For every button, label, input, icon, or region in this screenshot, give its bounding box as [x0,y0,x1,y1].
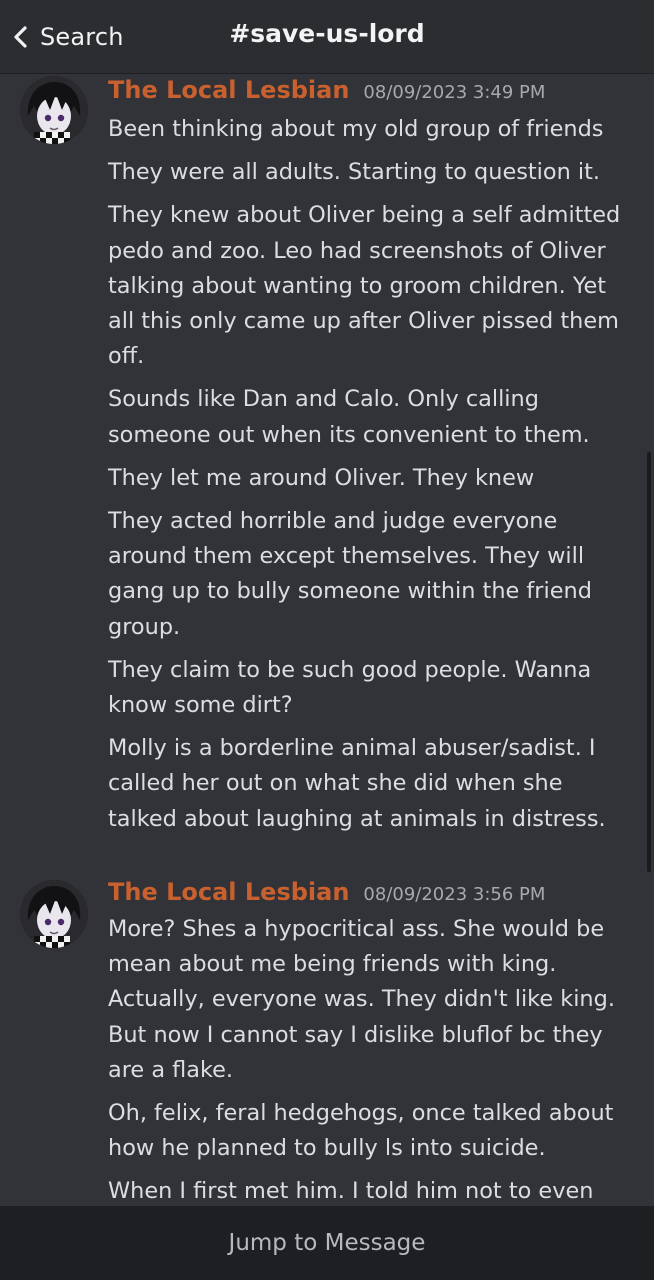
channel-title: #save-us-lord [229,19,425,48]
message-timestamp: 08/09/2023 3:49 PM [363,82,546,103]
message-text[interactable]: They were all adults. Starting to questi… [108,155,628,190]
avatar[interactable] [20,76,88,144]
top-bar: Search #save-us-lord [0,0,654,74]
message-body: More? Shes a hypocritical ass. She would… [108,912,628,1206]
message-feed[interactable]: The Local Lesbian 08/09/2023 3:49 PM Bee… [0,74,654,1206]
jump-to-message-button[interactable]: Jump to Message [229,1230,426,1256]
message-text[interactable]: Been thinking about my old group of frie… [108,112,628,147]
app-window: Search #save-us-lord The Local Lesbian 0… [0,0,654,1280]
message-timestamp: 08/09/2023 3:56 PM [363,884,546,905]
message-header: The Local Lesbian 08/09/2023 3:56 PM [108,878,545,906]
message-header: The Local Lesbian 08/09/2023 3:49 PM [108,76,545,104]
message-text[interactable]: They knew about Oliver being a self admi… [108,198,628,374]
author-name[interactable]: The Local Lesbian [108,76,349,104]
message-text[interactable]: Oh, felix, feral hedgehogs, once talked … [108,1096,628,1166]
scrollbar[interactable] [647,452,651,872]
message-body: Been thinking about my old group of frie… [108,112,628,845]
message-text[interactable]: More? Shes a hypocritical ass. She would… [108,912,628,1088]
author-name[interactable]: The Local Lesbian [108,878,349,906]
message-text[interactable]: They let me around Oliver. They knew [108,461,628,496]
message-text[interactable]: Sounds like Dan and Calo. Only calling s… [108,382,628,452]
message-text[interactable]: Molly is a borderline animal abuser/sadi… [108,731,628,837]
message-text[interactable]: When I first met him. I told him not to … [108,1174,628,1206]
bottom-bar: Jump to Message [0,1206,654,1280]
avatar[interactable] [20,880,88,948]
message-text[interactable]: They claim to be such good people. Wanna… [108,653,628,723]
message-text[interactable]: They acted horrible and judge everyone a… [108,504,628,645]
